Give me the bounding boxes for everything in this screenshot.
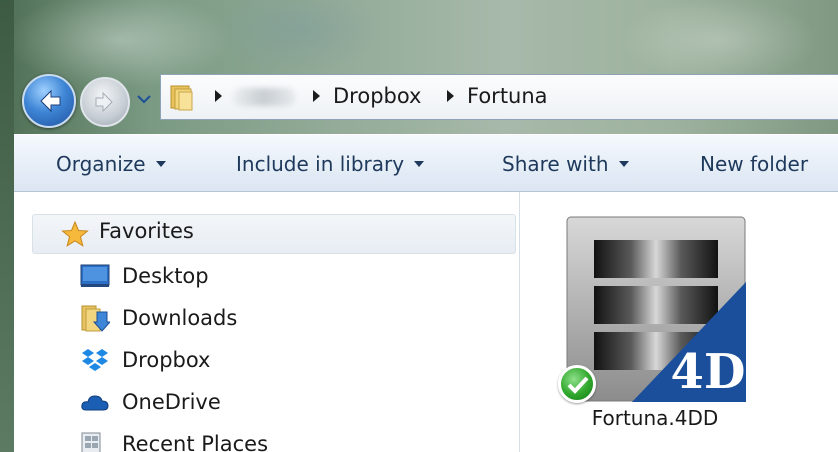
breadcrumb-dropbox[interactable]: Dropbox	[333, 84, 421, 108]
forward-arrow-icon	[95, 91, 113, 113]
new-folder-label: New folder	[700, 152, 809, 176]
new-folder-button[interactable]: New folder	[700, 152, 808, 176]
nav-item-desktop[interactable]: Desktop	[80, 260, 380, 292]
sync-status-check-icon	[558, 365, 596, 403]
recent-places-icon	[81, 432, 101, 452]
nav-item-label: Desktop	[122, 264, 209, 288]
blurred-breadcrumb[interactable]	[233, 88, 295, 106]
onedrive-cloud-icon	[81, 395, 109, 411]
nav-item-label: OneDrive	[122, 390, 221, 414]
nav-item-recent-places[interactable]: Recent Places	[80, 428, 380, 452]
back-arrow-icon	[40, 89, 61, 113]
favorites-header[interactable]: Favorites	[32, 214, 516, 254]
folder-icon	[170, 85, 193, 111]
nav-item-onedrive[interactable]: OneDrive	[80, 386, 380, 418]
include-in-library-menu[interactable]: Include in library	[236, 152, 425, 176]
file-name-label[interactable]: Fortuna.4DD	[560, 406, 750, 430]
nav-item-label: Dropbox	[122, 348, 211, 372]
command-bar: Organize Include in library Share with N…	[14, 134, 838, 192]
back-button[interactable]	[22, 74, 76, 128]
organize-label: Organize	[56, 152, 146, 176]
breadcrumb-separator-icon[interactable]	[447, 90, 454, 102]
history-dropdown-icon[interactable]	[137, 94, 151, 104]
chevron-down-icon	[155, 160, 166, 167]
nav-item-dropbox[interactable]: Dropbox	[80, 344, 380, 376]
pane-splitter[interactable]	[519, 192, 520, 452]
downloads-folder-icon	[81, 305, 110, 332]
breadcrumb-separator-icon[interactable]	[215, 90, 222, 102]
nav-item-label: Downloads	[122, 306, 238, 330]
organize-menu[interactable]: Organize	[56, 152, 166, 176]
include-in-library-label: Include in library	[236, 152, 405, 176]
breadcrumb-separator-icon[interactable]	[313, 90, 320, 102]
breadcrumb-fortuna[interactable]: Fortuna	[467, 84, 548, 108]
share-with-menu[interactable]: Share with	[502, 152, 629, 176]
forward-button[interactable]	[80, 77, 130, 127]
4d-badge-label: 4D	[670, 344, 745, 400]
star-icon	[61, 221, 89, 247]
navigation-pane: Favorites Desktop Downloads Dropbox OneD…	[14, 192, 519, 452]
favorites-label: Favorites	[99, 219, 194, 243]
nav-item-label: Recent Places	[122, 432, 269, 452]
chevron-down-icon	[414, 160, 425, 167]
address-bar[interactable]: Dropbox Fortuna	[160, 74, 838, 120]
chevron-down-icon	[618, 160, 629, 167]
nav-item-downloads[interactable]: Downloads	[80, 302, 380, 334]
desktop-icon	[80, 264, 110, 287]
dropbox-icon	[82, 349, 108, 371]
share-with-label: Share with	[502, 152, 609, 176]
